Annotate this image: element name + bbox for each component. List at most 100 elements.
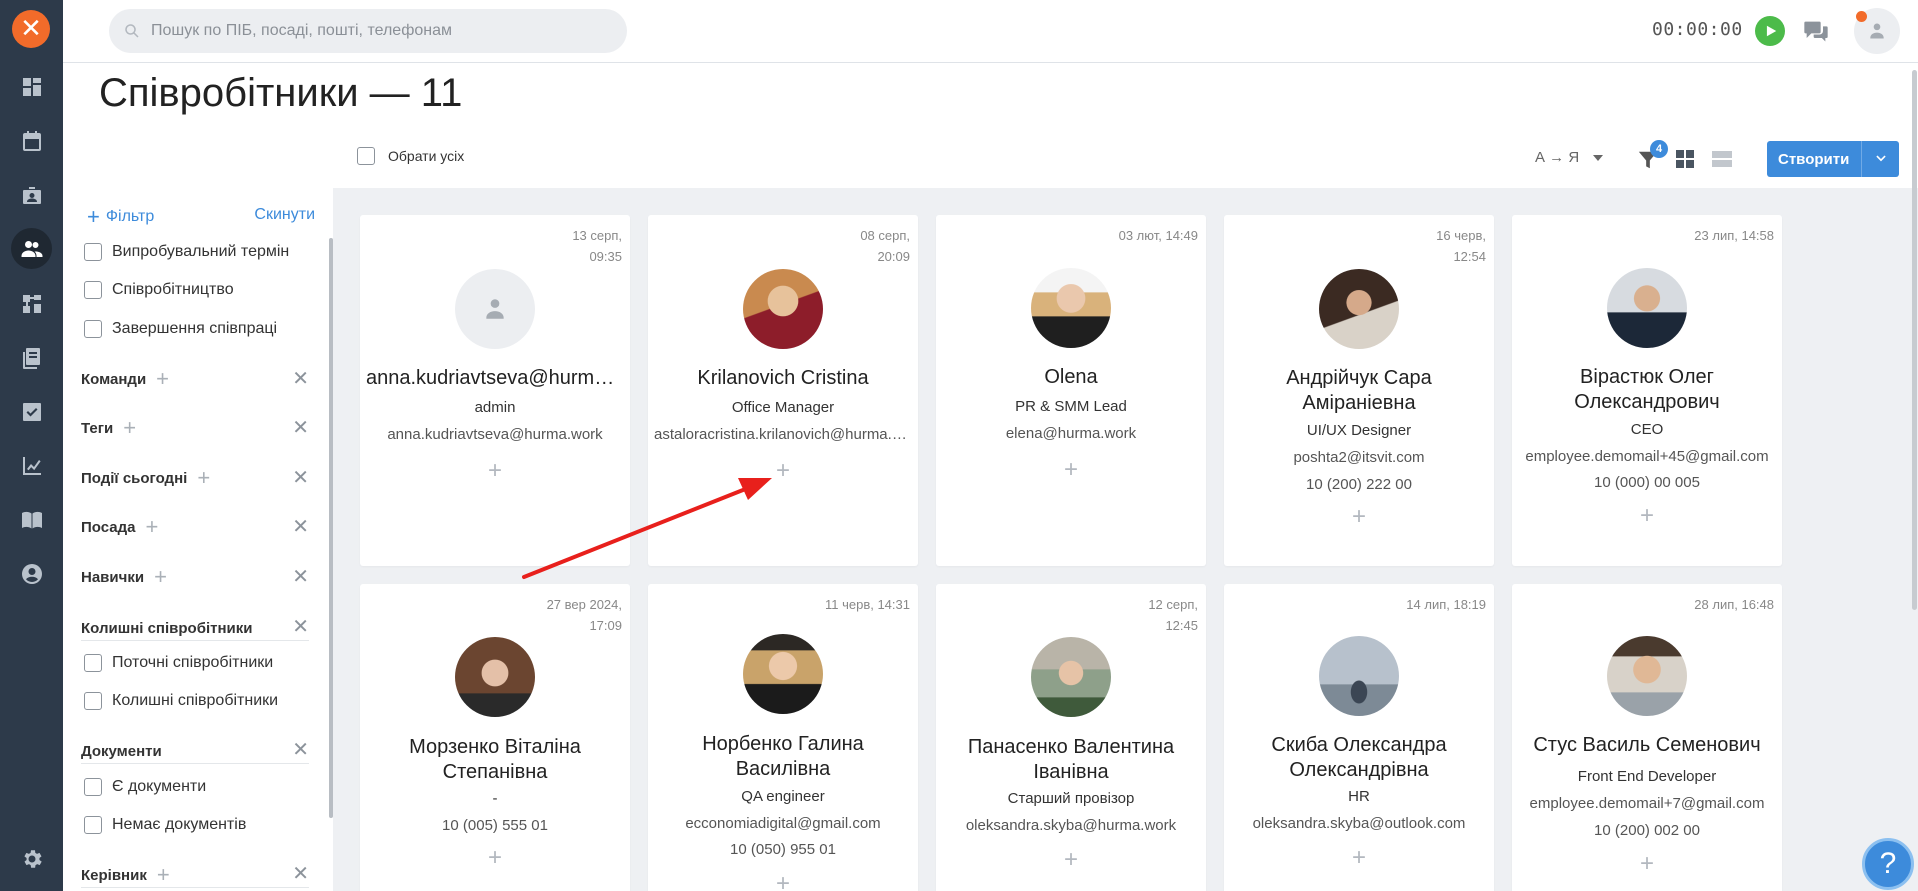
employee-card[interactable]: 27 вер 2024, 17:09 Морзенко Віталіна Степ… xyxy=(360,584,630,891)
filter-option-has-documents[interactable]: Є документи xyxy=(84,778,206,796)
create-button[interactable]: Створити xyxy=(1767,141,1862,177)
dashboard-icon[interactable] xyxy=(11,66,52,107)
add-icon[interactable]: + xyxy=(145,516,158,538)
help-button[interactable]: ? xyxy=(1862,838,1914,890)
employee-email[interactable]: poshta2@itsvit.com xyxy=(1230,449,1488,466)
add-icon[interactable]: + xyxy=(1061,848,1081,872)
select-all-checkbox[interactable]: Обрати усіх xyxy=(357,147,464,165)
close-icon[interactable]: ✕ xyxy=(292,467,309,489)
employee-name[interactable]: Стус Василь Семенович xyxy=(1518,733,1776,758)
employee-email[interactable]: astaloracristina.krilanovich@hurma.work xyxy=(654,426,912,443)
app-logo-icon[interactable]: ✕ xyxy=(12,10,50,48)
employee-email[interactable]: employee.demomail+45@gmail.com xyxy=(1518,448,1776,465)
checkbox[interactable] xyxy=(84,281,102,299)
add-icon[interactable]: + xyxy=(157,864,170,886)
analytics-icon[interactable] xyxy=(11,445,52,486)
checkbox[interactable] xyxy=(357,147,375,165)
grid-view-icon[interactable] xyxy=(1675,149,1695,169)
settings-icon[interactable] xyxy=(11,838,52,879)
employee-name[interactable]: Вірастюк Олег Олександрович xyxy=(1518,365,1776,415)
checkbox[interactable] xyxy=(84,654,102,672)
employee-name[interactable]: Скиба Олександра Олександрівна xyxy=(1230,733,1488,783)
add-icon[interactable]: + xyxy=(1061,458,1081,482)
add-icon[interactable]: + xyxy=(123,417,136,439)
checkbox[interactable] xyxy=(84,816,102,834)
people-icon[interactable] xyxy=(11,228,52,269)
employee-card[interactable]: 08 серп, 20:09 Krilanovich Cristina Offic… xyxy=(648,215,918,566)
profile-icon[interactable] xyxy=(11,553,52,594)
filter-option-former-employees[interactable]: Колишні співробітники xyxy=(84,692,278,710)
employee-email[interactable]: oleksandra.skyba@hurma.work xyxy=(942,817,1200,834)
employee-phone[interactable]: 10 (050) 955 01 xyxy=(654,841,912,858)
create-dropdown-button[interactable] xyxy=(1861,141,1900,177)
list-view-icon[interactable] xyxy=(1711,149,1733,169)
checkbox[interactable] xyxy=(84,778,102,796)
add-icon[interactable]: + xyxy=(154,566,167,588)
employee-card[interactable]: 13 серп,09:35 anna.kudriavtseva@hurma.wo… xyxy=(360,215,630,566)
add-icon[interactable]: + xyxy=(485,459,505,483)
employee-phone[interactable]: 10 (005) 555 01 xyxy=(366,817,624,834)
employee-name[interactable]: Морзенко Віталіна Степанівна xyxy=(366,735,624,785)
filter-button[interactable]: 4 xyxy=(1637,140,1668,171)
add-icon[interactable]: + xyxy=(1637,504,1657,528)
employee-card[interactable]: 11 черв, 14:31 Норбенко Галина Василівна… xyxy=(648,584,918,891)
checkbox[interactable] xyxy=(84,692,102,710)
book-icon[interactable] xyxy=(11,499,52,540)
employee-name[interactable]: Норбенко Галина Василівна xyxy=(654,732,912,782)
employee-card[interactable]: 23 лип, 14:58 Вірастюк Олег Олександрови… xyxy=(1512,215,1782,566)
page-scrollbar[interactable] xyxy=(1912,70,1917,610)
employee-name[interactable]: Панасенко Валентина Іванівна xyxy=(942,735,1200,785)
employee-email[interactable]: anna.kudriavtseva@hurma.work xyxy=(366,426,624,443)
employee-email[interactable]: elena@hurma.work xyxy=(942,425,1200,442)
tasks-icon[interactable] xyxy=(11,391,52,432)
employee-phone[interactable]: 10 (200) 002 00 xyxy=(1518,822,1776,839)
add-icon[interactable]: + xyxy=(485,846,505,870)
employee-email[interactable]: employee.demomail+7@gmail.com xyxy=(1518,795,1776,812)
employee-card[interactable]: 14 лип, 18:19 Скиба Олександра Олександр… xyxy=(1224,584,1494,891)
add-icon[interactable]: + xyxy=(197,467,210,489)
add-icon[interactable]: + xyxy=(773,872,793,891)
structure-icon[interactable] xyxy=(11,283,52,324)
employee-email[interactable]: oleksandra.skyba@outlook.com xyxy=(1230,815,1488,832)
notifications-icon[interactable] xyxy=(1802,17,1830,45)
add-icon[interactable]: + xyxy=(1349,505,1369,529)
employee-name[interactable]: anna.kudriavtseva@hurma.work xyxy=(366,366,624,391)
checkbox[interactable] xyxy=(84,243,102,261)
close-icon[interactable]: ✕ xyxy=(292,516,309,538)
employee-card[interactable]: 28 лип, 16:48 Стус Василь Семенович Fron… xyxy=(1512,584,1782,891)
close-icon[interactable]: ✕ xyxy=(292,368,309,390)
close-icon[interactable]: ✕ xyxy=(292,863,309,885)
employee-card[interactable]: 12 серп, 12:45 Панасенко Валентина Іванів… xyxy=(936,584,1206,891)
employee-name[interactable]: Olena xyxy=(942,365,1200,390)
add-filter-button[interactable]: + Фільтр xyxy=(87,206,154,228)
add-icon[interactable]: + xyxy=(1349,846,1369,870)
add-icon[interactable]: + xyxy=(156,368,169,390)
employee-card[interactable]: 16 черв, 12:54 Андрійчук Сара Аміраніевна… xyxy=(1224,215,1494,566)
employee-phone[interactable]: 10 (000) 00 005 xyxy=(1518,474,1776,491)
checkbox[interactable] xyxy=(84,320,102,338)
close-icon[interactable]: ✕ xyxy=(292,616,309,638)
employee-name[interactable]: Андрійчук Сара Аміраніевна xyxy=(1230,366,1488,416)
play-timer-button[interactable] xyxy=(1755,16,1785,46)
filter-option-ending[interactable]: Завершення співпраці xyxy=(84,320,277,338)
badge-icon[interactable] xyxy=(11,175,52,216)
documents-icon[interactable] xyxy=(11,337,52,378)
filter-option-no-documents[interactable]: Немає документів xyxy=(84,816,246,834)
employee-name[interactable]: Krilanovich Cristina xyxy=(654,366,912,391)
sort-dropdown[interactable]: А → Я xyxy=(1535,149,1604,166)
sidebar-scrollbar[interactable] xyxy=(329,238,333,818)
filter-option-current-employees[interactable]: Поточні співробітники xyxy=(84,654,273,672)
search-box[interactable] xyxy=(109,9,627,53)
employee-phone[interactable]: 10 (200) 222 00 xyxy=(1230,476,1488,493)
filter-option-cooperation[interactable]: Співробітництво xyxy=(84,281,234,299)
employee-card[interactable]: 03 лют, 14:49 Olena PR & SMM Lead elena@… xyxy=(936,215,1206,566)
reset-filter-button[interactable]: Скинути xyxy=(254,206,315,228)
user-avatar[interactable] xyxy=(1854,8,1900,54)
filter-option-probation[interactable]: Випробувальний термін xyxy=(84,243,289,261)
close-icon[interactable]: ✕ xyxy=(292,566,309,588)
employee-email[interactable]: ecconomiadigital@gmail.com xyxy=(654,815,912,832)
calendar-icon[interactable] xyxy=(11,120,52,161)
close-icon[interactable]: ✕ xyxy=(292,739,309,761)
add-icon[interactable]: + xyxy=(1637,852,1657,876)
search-input[interactable] xyxy=(151,9,611,53)
